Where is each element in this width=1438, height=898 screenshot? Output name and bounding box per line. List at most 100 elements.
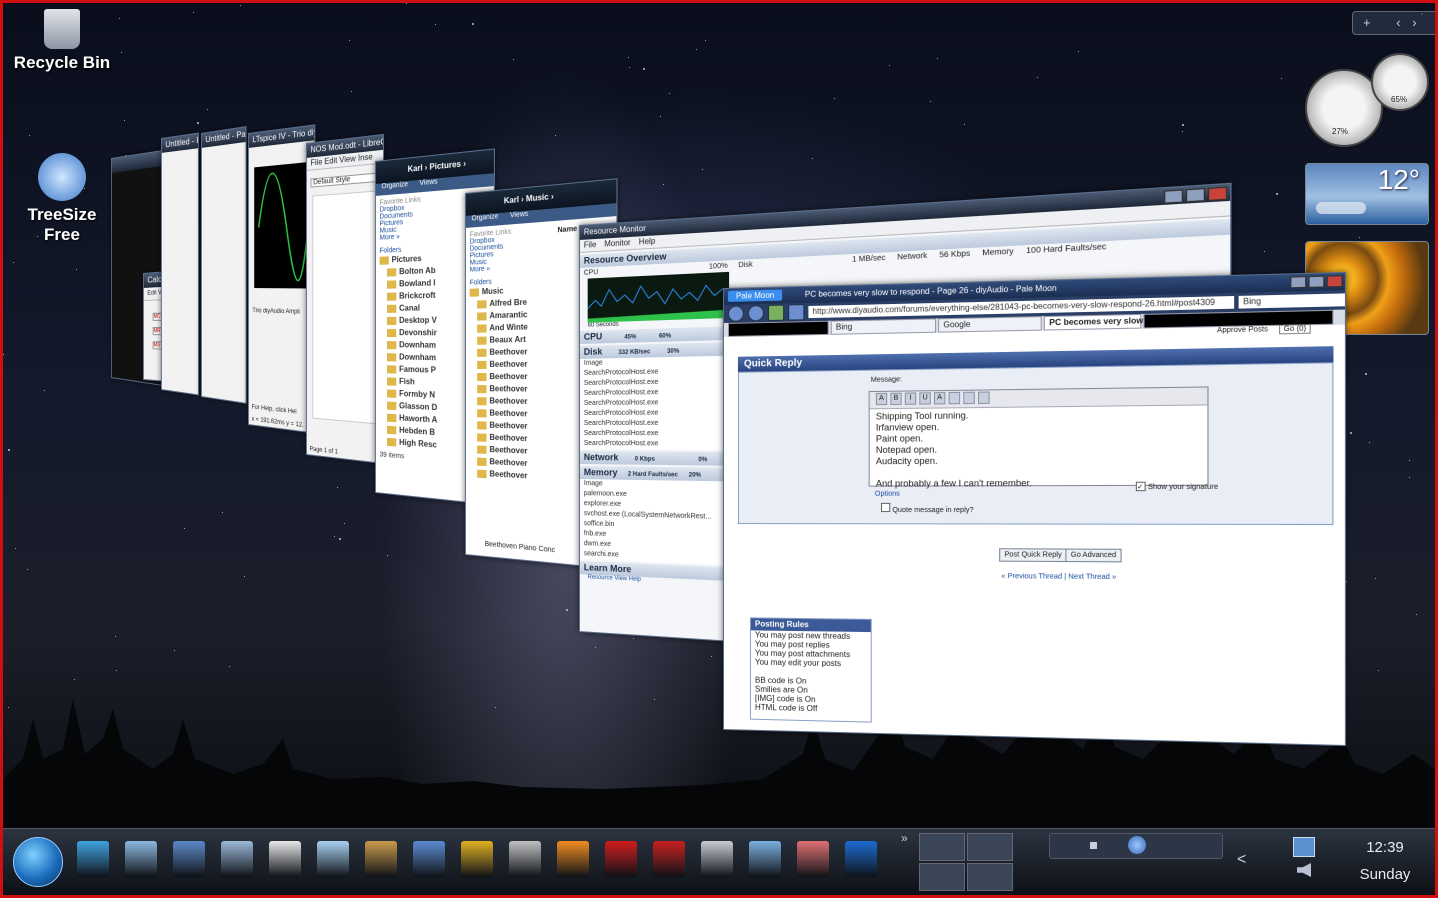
music-views-button[interactable]: Views [510,211,528,220]
resmon-menu-help[interactable]: Help [639,236,656,246]
stop-icon[interactable] [1090,842,1097,849]
message-editor[interactable]: ABIUA Shipping Tool running. Irfanview op… [868,386,1209,489]
home-icon[interactable] [788,304,805,321]
reload-icon[interactable] [767,304,785,322]
folder-item[interactable]: Beethover [470,383,554,396]
network-tools-icon[interactable] [77,841,109,877]
cpu-meter-gadget[interactable]: 27% 65% [1305,53,1429,147]
music-organize-button[interactable]: Organize [472,213,499,222]
snipping-tool-icon[interactable] [797,841,829,877]
paint-splash-icon[interactable] [605,841,637,877]
task-button-4[interactable] [967,863,1013,891]
audio-icon[interactable] [461,841,493,877]
signature-checkbox-row[interactable]: ✓ Show your signature [1135,481,1218,492]
music-name-column[interactable]: Name [557,226,577,235]
media-library-icon[interactable] [173,841,205,877]
file-icon[interactable] [269,841,301,877]
folder-item[interactable]: Beaux Art [470,333,554,347]
back-icon[interactable] [727,305,744,322]
tab-google[interactable]: Google [938,316,1042,333]
network-section[interactable]: Network 0 Kbps 0% [579,451,736,466]
close-icon[interactable] [1207,186,1228,202]
message-text[interactable]: Shipping Tool running. Irfanview open. Pai… [870,405,1208,491]
treesize-shortcut[interactable]: TreeSize Free [3,153,127,245]
memory-section[interactable]: Memory 2 Hard Faults/sec 20% [579,466,736,482]
audacity-icon[interactable] [845,841,877,877]
folder-item[interactable]: Beethover [470,346,554,359]
minimize-icon[interactable] [1290,276,1307,289]
vlc-icon[interactable] [557,841,589,877]
close-icon[interactable] [1326,275,1343,288]
minimize-icon[interactable] [1164,189,1184,204]
pdf-icon[interactable] [653,841,685,877]
play-pause-icon[interactable] [1128,836,1146,854]
process-row[interactable]: SearchProtocolHost.exe [580,408,731,419]
resmon-menu-file[interactable]: File [584,240,596,250]
writer-menu-view[interactable]: View [339,154,355,165]
redacted-tab[interactable] [727,320,829,337]
show-hidden-icons[interactable]: < [1237,851,1246,869]
volume-icon[interactable] [1297,863,1311,877]
ltspice-icon[interactable] [749,841,781,877]
signature-checkbox[interactable]: ✓ [1135,481,1146,492]
pale-moon-menu-button[interactable]: Pale Moon [727,289,783,302]
quote-checkbox-row[interactable]: Quote message in reply? [881,502,974,514]
rule-line[interactable]: HTML code is Off [751,703,871,715]
pale-moon-browser-window[interactable]: Pale Moon PC becomes very slow to respon… [723,271,1347,747]
writer-menu-insert[interactable]: Inse [358,152,373,163]
process-row[interactable]: SearchProtocolHost.exe [580,429,731,440]
task-button-2[interactable] [967,833,1013,861]
italic-icon[interactable]: I [904,392,917,405]
music-selected-item[interactable]: Beethoven Piano Conc [485,541,555,555]
start-button[interactable] [13,837,63,887]
smiley-icon[interactable] [948,391,961,405]
writer-menu-edit[interactable]: Edit [324,156,337,166]
writer-window[interactable]: NOS Mod.odt - LibreOffice Writer File Ed… [306,133,385,465]
maximize-icon[interactable] [1308,275,1325,288]
tab-bing[interactable]: Bing [830,318,937,335]
add-gadget-button[interactable]: + [1363,15,1371,30]
notebook-icon[interactable] [317,841,349,877]
music-path[interactable]: Karl › Music › [504,192,554,206]
pictures-views-button[interactable]: Views [419,178,437,187]
maximize-icon[interactable] [1185,188,1206,203]
go-button[interactable]: Go (0) [1279,324,1311,335]
text-color-icon[interactable]: A [933,392,946,405]
writer-menu-file[interactable]: File [311,157,323,167]
font-icon[interactable]: A [875,392,888,406]
quote-checkbox[interactable] [881,502,891,513]
chevron-left-icon[interactable]: ‹ [1396,15,1400,30]
tab-diyaudio[interactable]: PC becomes very slow ... [1043,313,1153,331]
image-icon[interactable] [963,391,975,405]
go-advanced-button[interactable]: Go Advanced [1065,548,1122,563]
bold-icon[interactable]: B [890,392,902,406]
gadget-toolbar[interactable]: + ‹ › [1352,11,1435,35]
pictures-path[interactable]: Karl › Pictures › [408,159,466,174]
search-box[interactable]: Bing [1238,293,1345,309]
paint-brush-icon[interactable] [365,841,397,877]
quote-icon[interactable] [978,391,990,404]
remote-desktop-icon[interactable] [413,841,445,877]
process-row[interactable]: SearchProtocolHost.exe [580,439,731,450]
process-row[interactable]: SearchProtocolHost.exe [580,419,731,429]
underline-icon[interactable]: U [919,392,931,405]
task-button-1[interactable] [919,833,965,861]
approve-posts-select[interactable]: Approve Posts [1217,326,1268,334]
clock[interactable]: 12:39 Sunday [1343,839,1427,883]
weather-gadget[interactable]: 12° [1305,163,1429,225]
calculator-icon[interactable] [701,841,733,877]
task-button-3[interactable] [919,863,965,891]
pictures-organize-button[interactable]: Organize [381,181,408,190]
browser-window-controls[interactable] [1290,275,1343,289]
network-icon[interactable] [1293,837,1315,857]
folder-item[interactable]: Beethover [470,371,554,384]
chevron-right-icon[interactable]: › [1412,15,1416,30]
quick-launch-overflow-icon[interactable]: » [901,831,908,845]
cpu-section[interactable]: CPU 45% 60% [579,326,736,344]
resmon-menu-monitor[interactable]: Monitor [604,238,630,249]
recycle-bin-shortcut[interactable]: Recycle Bin [3,9,127,73]
pale-moon-icon[interactable] [509,841,541,877]
forward-icon[interactable] [747,305,764,322]
writer-style-box[interactable]: Default Style [310,172,379,188]
notepad-icon[interactable] [221,841,253,877]
